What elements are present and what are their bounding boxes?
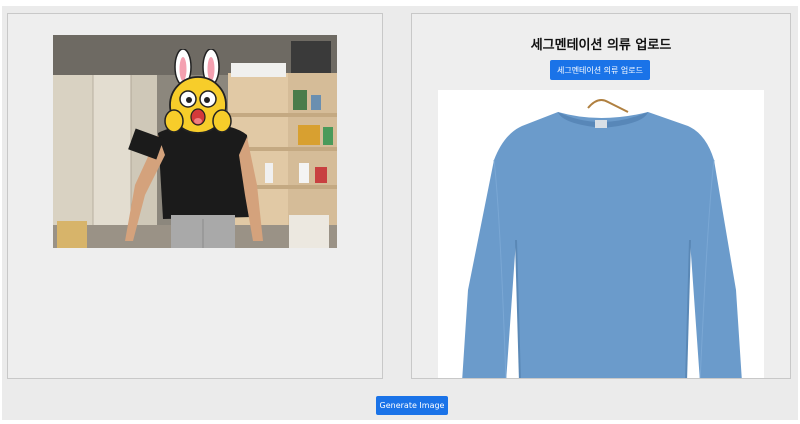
- face-sticker-icon: [164, 49, 232, 134]
- panel-title: 세그멘테이션 의류 업로드: [530, 38, 672, 53]
- garment-image: [438, 90, 764, 378]
- shirt-image: [462, 99, 742, 378]
- webcam-panel: [7, 13, 383, 379]
- garment-panel: 세그멘테이션 의류 업로드 세그멘테이션 의류 업로드: [411, 13, 791, 379]
- app-page: 세그멘테이션 의류 업로드 세그멘테이션 의류 업로드 Generate Ima…: [2, 6, 798, 420]
- generate-image-button[interactable]: Generate Image: [376, 396, 448, 415]
- webcam-image: [53, 35, 337, 248]
- upload-garment-button[interactable]: 세그멘테이션 의류 업로드: [550, 60, 650, 80]
